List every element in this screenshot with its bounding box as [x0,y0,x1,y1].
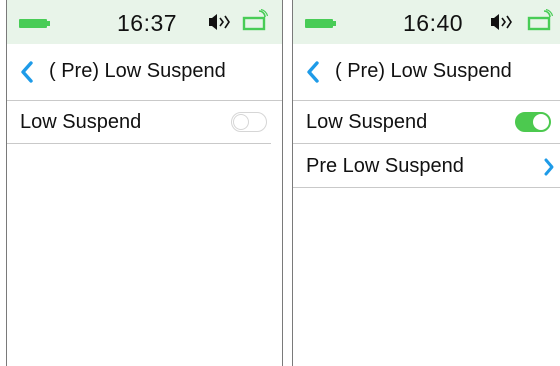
chevron-right-icon[interactable] [543,157,555,177]
battery-icon [19,19,50,28]
toggle-knob [533,114,549,130]
toggle-knob [233,114,249,130]
status-bar: 16:37 [7,0,282,44]
chevron-left-icon[interactable] [305,59,321,85]
low-suspend-row[interactable]: Low Suspend [7,101,271,144]
low-suspend-toggle[interactable] [515,112,551,132]
screenshot-stage: 16:37 ( Pre) Low Suspend Low Suspend 16:… [0,0,560,366]
phone-screen-before: 16:37 ( Pre) Low Suspend Low Suspend [6,0,283,366]
nav-header: ( Pre) Low Suspend [293,44,560,101]
sound-icon [209,14,230,30]
nav-header: ( Pre) Low Suspend [7,44,282,101]
page-title: ( Pre) Low Suspend [335,60,512,82]
sound-icon [491,14,512,30]
row-label: Low Suspend [20,111,142,133]
signal-icon [242,9,268,31]
status-bar: 16:40 [293,0,560,44]
row-label: Pre Low Suspend [306,155,464,177]
status-time: 16:40 [403,10,464,36]
low-suspend-row[interactable]: Low Suspend [293,101,560,144]
low-suspend-toggle[interactable] [231,112,267,132]
page-title: ( Pre) Low Suspend [49,60,226,82]
phone-screen-after: 16:40 ( Pre) Low Suspend Low Suspend Pre… [292,0,560,366]
status-time: 16:37 [117,10,178,36]
signal-icon [527,9,553,31]
row-label: Low Suspend [306,111,428,133]
battery-icon [305,19,336,28]
chevron-left-icon[interactable] [19,59,35,85]
pre-low-suspend-row[interactable]: Pre Low Suspend [293,145,560,188]
